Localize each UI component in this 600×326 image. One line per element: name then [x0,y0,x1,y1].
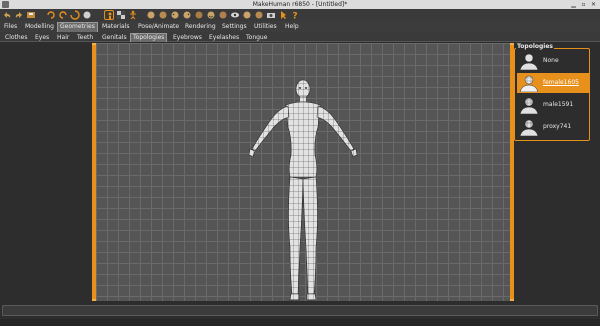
back-view-icon[interactable] [158,10,168,20]
subtab-tongue[interactable]: Tongue [244,33,269,42]
smooth-icon[interactable] [82,10,92,20]
subtab-topologies[interactable]: Topologies [130,33,168,42]
front-view-icon[interactable] [146,10,156,20]
wireframe-icon[interactable] [104,10,114,20]
top-view-icon[interactable] [194,10,204,20]
topologies-title: Topologies [516,43,555,50]
bust-thumbnail-icon [518,118,540,136]
maximize-icon[interactable]: ▫ [580,1,587,8]
subtab-eyes[interactable]: Eyes [33,33,51,42]
subtab-clothes[interactable]: Clothes [3,33,30,42]
tab-help[interactable]: Help [283,22,301,32]
window-title: MakeHuman r6850 - [Untitled]* [252,1,348,8]
topology-item-none[interactable]: None [517,51,589,71]
topology-item-proxy741[interactable]: proxy741 [517,117,589,137]
reset-icon[interactable] [26,10,36,20]
tab-materials[interactable]: Materials [100,22,132,32]
topology-label: None [543,57,559,64]
symmetry-icon[interactable] [242,10,252,20]
grid-toggle-icon[interactable] [254,10,264,20]
reset-camera-icon[interactable] [218,10,228,20]
tab-modelling[interactable]: Modelling [23,22,56,32]
close-icon[interactable]: ✕ [590,1,597,8]
bottom-bar [0,301,600,326]
bottom-view-icon[interactable] [206,10,216,20]
tab-files[interactable]: Files [2,22,19,32]
background-icon[interactable] [116,10,126,20]
subtab-teeth[interactable]: Teeth [75,33,95,42]
subtab-eyelashes[interactable]: Eyelashes [207,33,241,42]
help-icon[interactable]: ? [290,10,300,21]
redo-icon[interactable] [14,10,24,20]
3d-viewport[interactable] [96,43,510,301]
topology-label: male1591 [543,101,574,108]
tab-pose-animate[interactable]: Pose/Animate [136,22,181,32]
save-icon[interactable] [46,10,56,20]
undo-icon[interactable] [2,10,12,20]
svg-text:?: ? [292,12,297,21]
topology-item-female1605[interactable]: female1605 [517,73,589,93]
subtab-eyebrows[interactable]: Eyebrows [171,33,204,42]
makehuman-window: MakeHuman r6850 - [Untitled]* ▁ ▫ ✕ ? Fi… [0,0,600,326]
screenshot-icon[interactable] [266,10,276,20]
pose-icon[interactable] [128,10,138,20]
export-icon[interactable] [70,10,80,20]
bust-thumbnail-icon [518,74,540,92]
left-view-icon[interactable] [170,10,180,20]
right-view-icon[interactable] [182,10,192,20]
tab-rendering[interactable]: Rendering [183,22,218,32]
bust-thumbnail-icon [518,96,540,114]
topologies-group: Topologies None female1605 male1591 prox… [514,43,590,141]
topology-label: proxy741 [543,123,572,130]
tab-settings[interactable]: Settings [220,22,249,32]
bust-thumbnail-icon [518,52,540,70]
status-bar [0,319,600,326]
tab-geometries[interactable]: Geometries [57,22,98,32]
command-input[interactable] [2,305,598,316]
human-model-wireframe [248,79,358,301]
sub-tab-bar: Clothes Eyes Hair Teeth Genitals Topolog… [0,32,600,42]
title-bar: MakeHuman r6850 - [Untitled]* ▁ ▫ ✕ [0,0,600,9]
toolbar: ? [0,9,600,21]
main-tab-bar: Files Modelling Geometries Materials Pos… [0,21,600,32]
load-icon[interactable] [58,10,68,20]
subtab-genitals[interactable]: Genitals [100,33,129,42]
pointer-icon[interactable] [278,10,288,20]
left-panel [0,43,90,301]
topology-label: female1605 [543,79,579,86]
subtab-hair[interactable]: Hair [55,33,71,42]
topology-item-male1591[interactable]: male1591 [517,95,589,115]
minimize-icon[interactable]: ▁ [570,1,577,8]
tab-utilities[interactable]: Utilities [252,22,279,32]
eye-view-icon[interactable] [230,10,240,20]
